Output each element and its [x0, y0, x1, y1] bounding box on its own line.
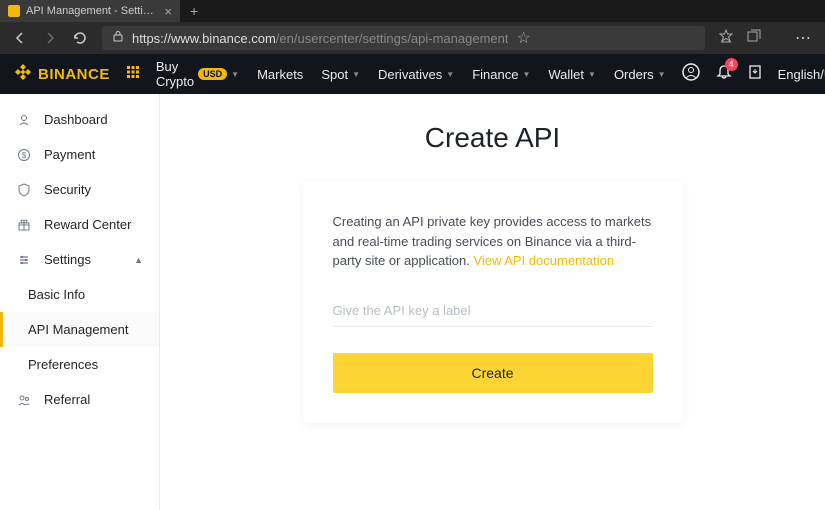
nav-buy-crypto[interactable]: Buy Crypto USD ▼: [156, 59, 239, 89]
sidebar-sub-api-management[interactable]: API Management: [0, 312, 159, 347]
sidebar-item-settings[interactable]: Settings ▲: [0, 242, 159, 277]
dashboard-icon: [16, 113, 32, 127]
chevron-down-icon: ▼: [588, 70, 596, 79]
sidebar-item-security[interactable]: Security: [0, 172, 159, 207]
page-title: Create API: [425, 122, 560, 154]
back-icon[interactable]: [12, 30, 28, 46]
favorites-bar-icon[interactable]: [719, 29, 733, 48]
tab-title: API Management - Settings - Bin: [26, 5, 158, 17]
create-api-card: Creating an API private key provides acc…: [303, 182, 683, 423]
lang-currency[interactable]: English/USD: [778, 67, 825, 82]
sidebar-label: Payment: [44, 147, 95, 162]
nav-markets[interactable]: Markets: [257, 67, 303, 82]
referral-icon: [16, 393, 32, 407]
sidebar-label: Reward Center: [44, 217, 131, 232]
lock-icon: [112, 29, 124, 47]
chevron-up-icon: ▲: [134, 255, 143, 265]
nav-label: Wallet: [548, 67, 584, 82]
chevron-down-icon: ▼: [446, 70, 454, 79]
browser-chrome: API Management - Settings - Bin × + http…: [0, 0, 825, 54]
brand-name: BINANCE: [38, 66, 110, 83]
chevron-down-icon: ▼: [658, 70, 666, 79]
view-api-doc-link[interactable]: View API documentation: [473, 253, 614, 268]
nav-wallet[interactable]: Wallet ▼: [548, 67, 596, 82]
url-path: /en/usercenter/settings/api-management: [276, 31, 509, 46]
apps-grid-icon[interactable]: [126, 65, 140, 84]
tab-close-icon[interactable]: ×: [164, 4, 172, 19]
shield-icon: [16, 183, 32, 197]
site-header: BINANCE Buy Crypto USD ▼ Markets Spot ▼ …: [0, 54, 825, 94]
nav-derivatives[interactable]: Derivatives ▼: [378, 67, 454, 82]
tab-bar: API Management - Settings - Bin × +: [0, 0, 825, 22]
forward-icon[interactable]: [42, 30, 58, 46]
new-tab-button[interactable]: +: [180, 3, 208, 19]
body-content: Dashboard $ Payment Security Reward Cent…: [0, 94, 825, 510]
header-right: 4 English/USD: [682, 63, 825, 86]
sidebar-label: Referral: [44, 392, 90, 407]
svg-text:$: $: [22, 151, 27, 160]
chevron-down-icon: ▼: [352, 70, 360, 79]
collections-icon[interactable]: [747, 29, 761, 48]
sidebar-sub-basic-info[interactable]: Basic Info: [0, 277, 159, 312]
sidebar-item-reward-center[interactable]: Reward Center: [0, 207, 159, 242]
url-input[interactable]: https://www.binance.com/en/usercenter/se…: [102, 26, 705, 50]
download-icon[interactable]: [748, 65, 762, 84]
nav-label: Spot: [321, 67, 348, 82]
create-button[interactable]: Create: [333, 353, 653, 393]
more-icon[interactable]: ⋯: [795, 28, 813, 48]
browser-tab[interactable]: API Management - Settings - Bin ×: [0, 0, 180, 22]
tab-favicon: [8, 5, 20, 17]
sidebar-sub-preferences[interactable]: Preferences: [0, 347, 159, 382]
card-description: Creating an API private key provides acc…: [333, 212, 653, 271]
sidebar-item-dashboard[interactable]: Dashboard: [0, 102, 159, 137]
chevron-down-icon: ▼: [231, 70, 239, 79]
nav-label: Orders: [614, 67, 654, 82]
user-icon[interactable]: [682, 63, 700, 86]
reward-icon: [16, 218, 32, 232]
api-label-input[interactable]: [333, 295, 653, 327]
chevron-down-icon: ▼: [522, 70, 530, 79]
sidebar-label: Security: [44, 182, 91, 197]
notif-badge: 4: [725, 58, 738, 71]
url-text: https://www.binance.com/en/usercenter/se…: [132, 31, 508, 46]
main-nav: Buy Crypto USD ▼ Markets Spot ▼ Derivati…: [156, 59, 666, 89]
sidebar-label: Settings: [44, 252, 91, 267]
sidebar-label: Dashboard: [44, 112, 108, 127]
usd-badge: USD: [198, 68, 227, 80]
sidebar-item-referral[interactable]: Referral: [0, 382, 159, 417]
nav-label: Derivatives: [378, 67, 442, 82]
favorite-icon[interactable]: ☆: [516, 28, 530, 48]
payment-icon: $: [16, 148, 32, 162]
settings-icon: [16, 253, 32, 267]
refresh-icon[interactable]: [72, 30, 88, 46]
sidebar-item-payment[interactable]: $ Payment: [0, 137, 159, 172]
nav-orders[interactable]: Orders ▼: [614, 67, 666, 82]
nav-spot[interactable]: Spot ▼: [321, 67, 360, 82]
nav-label: Finance: [472, 67, 518, 82]
sidebar: Dashboard $ Payment Security Reward Cent…: [0, 94, 160, 510]
binance-logo-icon: [14, 63, 32, 85]
bell-icon[interactable]: 4: [716, 64, 732, 85]
nav-finance[interactable]: Finance ▼: [472, 67, 530, 82]
address-bar: https://www.binance.com/en/usercenter/se…: [0, 22, 825, 54]
nav-label: Buy Crypto: [156, 59, 194, 89]
brand-logo[interactable]: BINANCE: [14, 63, 110, 85]
main-content: Create API Creating an API private key p…: [160, 94, 825, 510]
url-host: https://www.binance.com: [132, 31, 276, 46]
